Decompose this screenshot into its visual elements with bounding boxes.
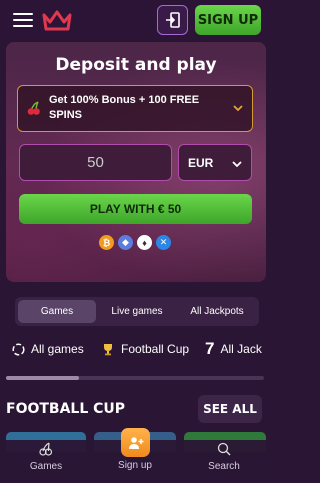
category-row: All games Football Cup 7 All Jack	[0, 340, 272, 362]
category-all-jackpots[interactable]: 7 All Jack	[205, 339, 262, 358]
tab-all-jackpots[interactable]: All Jackpots	[178, 300, 256, 323]
scrollbar-thumb[interactable]	[6, 376, 79, 380]
tab-games[interactable]: Games	[18, 300, 96, 323]
hero-title: Deposit and play	[55, 55, 217, 75]
category-all-games[interactable]: All games	[12, 342, 84, 356]
category-label: Football Cup	[121, 342, 190, 356]
chevron-down-icon	[232, 161, 242, 168]
cherries-icon	[39, 442, 53, 456]
crown-logo-icon[interactable]	[41, 9, 73, 33]
tether-icon: ◆	[118, 235, 133, 250]
category-scrollbar[interactable]	[6, 376, 264, 380]
all-games-icon	[12, 342, 25, 356]
user-plus-icon	[128, 436, 143, 449]
cherries-icon	[27, 101, 40, 115]
nav-search[interactable]: Search	[200, 442, 248, 472]
bitcoin-icon: ₿	[99, 235, 114, 250]
signup-fab[interactable]	[121, 428, 150, 457]
top-header: SIGN UP	[0, 0, 272, 40]
category-label: All games	[31, 342, 84, 356]
search-icon	[217, 442, 231, 456]
ethereum-icon: ♦	[137, 235, 152, 250]
chevron-down-icon	[233, 105, 243, 112]
nav-label: Sign up	[118, 460, 152, 471]
see-all-button[interactable]: SEE ALL	[198, 395, 262, 423]
bonus-text: Get 100% Bonus + 100 FREE SPINS	[49, 94, 200, 121]
game-tabs: Games Live games All Jackpots	[15, 297, 259, 326]
menu-icon[interactable]	[13, 13, 33, 27]
amount-input[interactable]	[19, 144, 172, 181]
category-football-cup[interactable]: Football Cup	[101, 342, 189, 356]
nav-games[interactable]: Games	[22, 442, 70, 472]
login-button[interactable]	[157, 5, 188, 35]
nav-sign-up[interactable]: Sign up	[110, 458, 160, 471]
section-title: FOOTBALL CUP	[6, 401, 126, 417]
bonus-selector[interactable]: Get 100% Bonus + 100 FREE SPINS	[17, 85, 253, 132]
nav-label: Games	[29, 461, 63, 472]
ripple-icon: ✕	[156, 235, 171, 250]
currency-select[interactable]: EUR	[178, 144, 252, 181]
login-icon	[165, 12, 180, 28]
nav-label: Search	[208, 461, 240, 472]
signup-button[interactable]: SIGN UP	[195, 5, 261, 35]
tab-live-games[interactable]: Live games	[98, 300, 176, 323]
currency-label: EUR	[188, 156, 214, 170]
crypto-icons: ₿ ◆ ♦ ✕	[99, 235, 171, 250]
trophy-icon	[104, 344, 112, 356]
category-label: All Jack	[220, 342, 262, 356]
seven-icon: 7	[205, 339, 215, 358]
play-button[interactable]: PLAY WITH € 50	[19, 194, 252, 224]
